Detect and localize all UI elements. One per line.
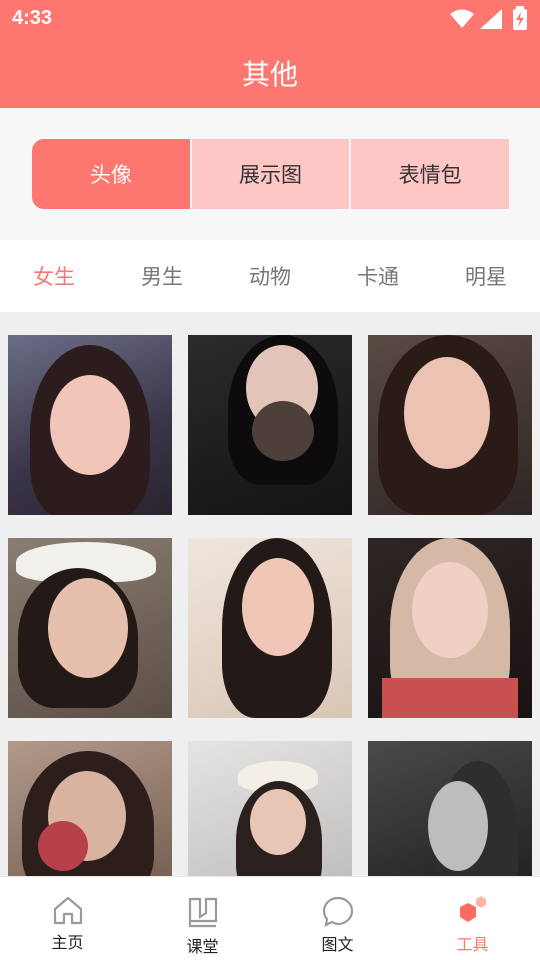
category-tab-girls[interactable]: 女生 (0, 240, 108, 312)
segment-stickers[interactable]: 表情包 (351, 139, 510, 209)
segment-avatar[interactable]: 头像 (32, 139, 190, 209)
toolbox-hexagon-icon (459, 896, 486, 922)
status-icons (450, 8, 502, 30)
segmented-control: 头像 展示图 表情包 (32, 139, 510, 209)
tab-classroom[interactable]: 课堂 (135, 877, 270, 960)
battery-charging-icon (513, 6, 527, 30)
tab-classroom-label: 课堂 (186, 937, 219, 956)
page-title: 其他 (241, 58, 298, 91)
tab-tools[interactable]: 工具 (405, 877, 540, 960)
avatar-thumbnail[interactable] (188, 335, 352, 515)
status-time: 4:33 (12, 7, 53, 29)
category-tabs: 女生 男生 动物 卡通 明星 (0, 240, 540, 312)
home-icon (53, 896, 82, 925)
category-tab-boys[interactable]: 男生 (108, 240, 216, 312)
category-tab-cartoon[interactable]: 卡通 (324, 240, 432, 312)
book-icon (188, 897, 217, 928)
status-bar: 4:33 (0, 0, 540, 38)
category-tab-animals[interactable]: 动物 (216, 240, 324, 312)
segment-area: 头像 展示图 表情包 (0, 108, 540, 240)
category-tab-stars[interactable]: 明星 (432, 240, 540, 312)
avatar-thumbnail[interactable] (368, 335, 532, 515)
tab-articles-label: 图文 (321, 935, 354, 954)
chat-bubble-icon (322, 896, 353, 927)
title-bar: 其他 (0, 38, 540, 108)
wifi-icon (450, 9, 474, 28)
tab-tools-label: 工具 (456, 935, 489, 954)
segment-showcase[interactable]: 展示图 (191, 139, 350, 209)
avatar-thumbnail[interactable] (8, 538, 172, 718)
tab-articles[interactable]: 图文 (270, 877, 405, 960)
tab-home[interactable]: 主页 (0, 877, 135, 960)
tab-home-label: 主页 (51, 933, 84, 952)
avatar-thumbnail[interactable] (8, 335, 172, 515)
signal-icon (480, 9, 502, 29)
avatar-thumbnail[interactable] (188, 538, 352, 718)
avatar-thumbnail[interactable] (368, 538, 532, 718)
bottom-tab-bar: 主页 课堂 图文 工具 (0, 876, 540, 960)
